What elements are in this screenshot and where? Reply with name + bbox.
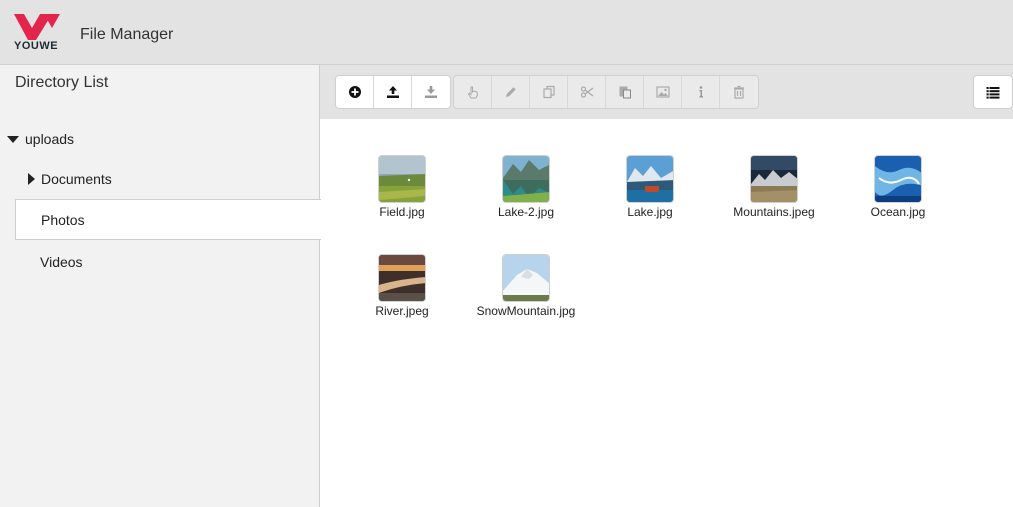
download-icon [425, 86, 437, 98]
tree-item-documents[interactable]: Documents [28, 158, 308, 199]
file-name: Mountains.jpeg [733, 205, 815, 219]
mountains-photo-icon [751, 156, 797, 202]
list-view-button[interactable] [973, 75, 1013, 109]
paste-icon [619, 86, 631, 99]
thumbnail-image [378, 254, 426, 302]
copy-button[interactable] [530, 76, 568, 108]
delete-button[interactable] [720, 76, 758, 108]
thumbnail-image [378, 155, 426, 203]
preview-button[interactable] [644, 76, 682, 108]
sidebar: Directory List uploads Documents Photos … [0, 65, 321, 507]
add-folder-button[interactable] [336, 76, 374, 108]
preview-image-icon [655, 86, 670, 98]
rename-button[interactable] [492, 76, 530, 108]
cut-button[interactable] [568, 76, 606, 108]
thumbnail-image [502, 254, 550, 302]
rename-pencil-icon [505, 87, 516, 97]
caret-right-icon[interactable] [28, 172, 35, 185]
cut-scissors-icon [580, 86, 593, 98]
select-hand-icon [467, 86, 478, 99]
file-name: Field.jpg [379, 205, 425, 219]
file-item[interactable]: Field.jpg [340, 155, 464, 245]
thumbnail-image [626, 155, 674, 203]
river-photo-icon [379, 255, 425, 301]
download-button[interactable] [412, 76, 450, 108]
lake-photo-icon [627, 156, 673, 202]
file-item[interactable]: Lake-2.jpg [464, 155, 588, 245]
file-item[interactable]: River.jpeg [340, 254, 464, 344]
file-item[interactable]: SnowMountain.jpg [464, 254, 588, 344]
copy-icon [542, 85, 555, 99]
select-button[interactable] [454, 76, 492, 108]
logo-text: YOUWE [14, 40, 59, 52]
add-folder-icon [348, 86, 361, 98]
thumbnail-image [874, 155, 922, 203]
delete-trash-icon [734, 85, 744, 99]
file-grid: Field.jpg Lake-2.jpg Lake.jpg Mountains.… [321, 119, 1013, 507]
file-item[interactable]: Lake.jpg [588, 155, 712, 245]
tree-item-label: Photos [41, 211, 85, 228]
file-name: SnowMountain.jpg [476, 304, 576, 318]
thumbnail-image [502, 155, 550, 203]
tree-item-label: Documents [41, 170, 112, 187]
paste-button[interactable] [606, 76, 644, 108]
toolbar [320, 65, 1013, 119]
info-button[interactable] [682, 76, 720, 108]
file-actions-group [453, 75, 759, 109]
top-bar: YOUWE File Manager [0, 0, 1013, 65]
directory-list-title: Directory List [15, 74, 109, 91]
info-icon [699, 86, 703, 98]
upload-button[interactable] [374, 76, 412, 108]
ocean-photo-icon [875, 156, 921, 202]
tree-item-uploads[interactable]: uploads [7, 120, 307, 158]
file-name: Lake.jpg [627, 205, 673, 219]
field-photo-icon [379, 156, 425, 202]
tree-item-photos[interactable]: Photos [15, 199, 321, 240]
caret-down-icon[interactable] [7, 135, 19, 143]
primary-actions-group [335, 75, 451, 109]
snow-mountain-photo-icon [503, 255, 549, 301]
thumbnail-image [750, 155, 798, 203]
file-name: Lake-2.jpg [497, 205, 555, 219]
file-name: Ocean.jpg [870, 205, 926, 219]
app-title: File Manager [80, 26, 174, 43]
file-item[interactable]: Mountains.jpeg [712, 155, 836, 245]
file-name: River.jpeg [375, 304, 429, 318]
lake-photo-icon [503, 156, 549, 202]
tree-item-videos[interactable]: Videos [40, 241, 300, 282]
upload-icon [386, 86, 399, 98]
tree-item-label: uploads [25, 131, 75, 147]
list-view-icon [986, 87, 1000, 99]
file-item[interactable]: Ocean.jpg [836, 155, 960, 245]
tree-item-label: Videos [40, 253, 83, 270]
